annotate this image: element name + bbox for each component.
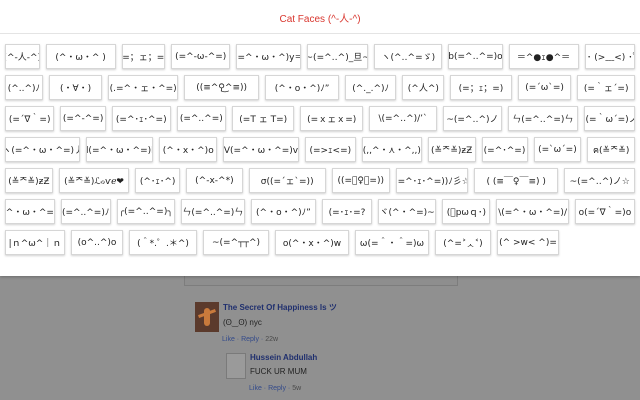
emoticon-button[interactable]: (=ｘェｘ=) — [300, 106, 363, 131]
emoticon-button[interactable]: ヽ(^‥^=ゞ) — [374, 44, 443, 69]
emoticon-button[interactable]: (=^..^=)ﾉ — [60, 199, 111, 224]
emoticon-button[interactable]: (^-人-^) — [5, 44, 40, 69]
comment-text: (ʘ‿ʘ) nyc — [223, 318, 262, 327]
emoticon-button[interactable]: (=´∇｀=) — [5, 106, 55, 131]
emoticon-button[interactable]: (≚ᄌ≚)ƶƵ — [427, 137, 476, 162]
comment-time[interactable]: 22w — [265, 336, 278, 343]
emoticon-row: (=^・ω・^=)~(=^..^=)ﾉ╭(=^‥^=)╮ㄣ(=^..^=)ㄣ(^… — [5, 199, 635, 224]
emoticon-button[interactable]: (=^-^=) — [60, 106, 106, 131]
emoticon-button[interactable]: (^・o・^)ﾉ” — [265, 75, 339, 100]
emoticon-button[interactable]: (^・ω・^ ) — [45, 44, 116, 69]
emoticon-button[interactable]: ( (≡￣♀￣≡) ) — [474, 168, 559, 193]
emoticon-button[interactable]: (^・o・^)ﾉ” — [250, 199, 317, 224]
emoticon-button[interactable]: ~(=^┬┬^) — [203, 230, 269, 255]
emoticon-button[interactable]: (^人^) — [402, 75, 445, 100]
emoticon-button[interactable]: (^･ｪ･^) — [135, 168, 180, 193]
emoticon-button[interactable]: ヾ(^・^=)~ — [377, 199, 437, 224]
emoticon-button[interactable]: (o^..^)o — [71, 230, 123, 255]
emoticon-button[interactable]: (・∀・) — [48, 75, 103, 100]
emoticon-button[interactable]: (.=^・ェ・^=) — [108, 75, 178, 100]
comment-1: The Secret Of Happiness Is ツ (ʘ‿ʘ) nyc — [195, 302, 337, 332]
like-link[interactable]: Like — [249, 385, 262, 392]
emoticon-button[interactable]: (^..^)ﾉ — [5, 75, 43, 100]
reply-link[interactable]: Reply — [268, 385, 286, 392]
emoticon-button[interactable]: (=>ｪ<=) — [304, 137, 356, 162]
emoticon-button[interactable]: (=^・ω・^=)~ — [5, 199, 55, 224]
emoticon-row: ヽ(=^・ω・^=)丿 d(=^・ω・^=)b (^・x・^)o V(=^・ω・^=)… — [5, 137, 636, 162]
emoticon-button[interactable]: ~(=^‥^)_旦~ — [307, 44, 369, 69]
emoticon-button[interactable]: b(=^‥^=)o — [448, 44, 503, 69]
avatar[interactable] — [195, 302, 219, 332]
reply-link[interactable]: Reply — [241, 336, 259, 343]
comment-author[interactable]: The Secret Of Happiness Is ツ — [223, 302, 337, 313]
emoticon-button[interactable]: ㄣ(=^‥^=)ㄣ — [507, 106, 578, 131]
emoticon-button[interactable]: ㄣ(=^..^=)ㄣ — [181, 199, 245, 224]
emoticon-button[interactable]: |ｎ^ω^｜ｎ — [5, 230, 65, 255]
emoticon-button[interactable]: (=`ω´=) — [533, 137, 582, 162]
emoticon-button[interactable]: (=^･ｪ･^=) — [111, 106, 171, 131]
panel-title: Cat Faces (^-人-^) — [279, 14, 361, 25]
emoticon-button[interactable]: ｡ﾟ･ (>﹏<) ･ﾟ｡ — [584, 44, 636, 69]
emoticon-button[interactable]: (,,^・⋏・^,,) — [361, 137, 422, 162]
emoticon-button[interactable]: ~(=^‥^)ノ☆ — [564, 168, 635, 193]
emoticon-button[interactable]: (=｀ェ´=) — [577, 75, 635, 100]
avatar[interactable] — [226, 353, 246, 379]
emoticon-button[interactable]: σ((=´ェ`=)) — [248, 168, 326, 193]
emoticon-button[interactable]: (=^･ｪ･^=))ﾉ彡☆ — [395, 168, 469, 193]
comment-time[interactable]: 5w — [292, 385, 301, 392]
emoticon-button[interactable]: (=^..^=) — [176, 106, 226, 131]
emoticon-button[interactable]: \(=^‥^)/’` — [368, 106, 438, 131]
emoticon-button[interactable]: ＝^●ｪ●^＝ — [508, 44, 579, 69]
emoticon-button[interactable]: V(=^・ω・^=)v — [223, 137, 299, 162]
emoticon-button[interactable]: (=T ェ T=) — [231, 106, 295, 131]
emoticon-button[interactable]: (=^･^=) — [481, 137, 528, 162]
emoticon-button[interactable]: (＾*.゜.＊^) — [129, 230, 197, 255]
comment-1-meta: Like · Reply · 22w — [222, 336, 279, 343]
emoticon-button[interactable]: (=･ｪ･=? — [322, 199, 372, 224]
emoticon-row: (=´∇｀=) (=^-^=) (=^･ｪ･^=) (=^..^=) (=T ェ T=)… — [5, 106, 636, 131]
cat-faces-panel: Cat Faces (^-人-^) (^-人-^)(^・ω・^ )(=；ェ；=)… — [0, 0, 640, 276]
emoticon-row: (^-人-^)(^・ω・^ )(=；ェ；=)(=^-ω-^=)(=^・ω・^)y… — [5, 44, 636, 69]
emoticon-row: (≚ᄌ≚)ƶƵ (≚ᄌ≚)ℒℴѵℯ❤ (^･ｪ･^) (^-x-^*) σ((=´ェ`=… — [5, 168, 635, 193]
emoticon-row: (^..^)ﾉ (・∀・) (.=^・ェ・^=) ((≡^⚲͜^≡)) (^・o・^)ﾉ… — [5, 75, 635, 100]
emoticon-button[interactable]: (^ >w< ^)= — [497, 230, 559, 255]
emoticon-button[interactable]: (^._.^)ﾉ — [344, 75, 397, 100]
emoticon-button[interactable]: (=^-ω-^=) — [171, 44, 231, 69]
emoticon-button[interactable]: (^・x・^)o — [159, 137, 218, 162]
emoticon-button[interactable]: ~(=^‥^)ノ — [443, 106, 502, 131]
emoticon-row: |ｎ^ω^｜ｎ (o^..^)o (＾*.゜.＊^) ~(=^┬┬^) o(^・x・^)… — [5, 230, 635, 255]
emoticon-button[interactable]: (=；ェ；=) — [121, 44, 165, 69]
comment-author[interactable]: Hussein Abdullah — [250, 353, 317, 362]
emoticon-button[interactable]: d(=^・ω・^=)b — [86, 137, 154, 162]
comment-2-meta: Like · Reply · 5w — [249, 385, 302, 392]
emoticon-button[interactable]: (^-x-^*) — [185, 168, 243, 193]
emoticon-button[interactable]: (≚ᄌ≚)ℒℴѵℯ❤ — [58, 168, 130, 193]
emoticon-button[interactable]: o(^・x・^)w — [275, 230, 349, 255]
emoticon-button[interactable]: (=；ｪ；=) — [450, 75, 512, 100]
emoticon-button[interactable]: ((≡^⚲͜^≡)) — [183, 75, 260, 100]
emoticon-button[interactable]: (=´ω`=) — [517, 75, 572, 100]
emoticon-button[interactable]: ヽ(=^・ω・^=)丿 — [5, 137, 81, 162]
emoticon-button[interactable]: \(=^・ω・^=)/ — [496, 199, 569, 224]
emoticon-button[interactable]: o(=´∇｀=)o — [574, 199, 635, 224]
title-divider — [0, 33, 640, 34]
like-link[interactable]: Like — [222, 336, 235, 343]
comment-text: FUCK UR MUM — [250, 367, 307, 376]
emoticon-button[interactable]: ╭(=^‥^=)╮ — [116, 199, 175, 224]
emoticon-button[interactable]: (≚ᄌ≚)ƶƵ — [5, 168, 53, 193]
emoticon-button[interactable]: ヾ(=｀ω´=)ノ” — [583, 106, 636, 131]
comment-2: Hussein Abdullah FUCK UR MUM — [226, 353, 317, 379]
emoticon-grid: (^-人-^)(^・ω・^ )(=；ェ；=)(=^-ω-^=)(=^・ω・^)y… — [5, 44, 636, 261]
emoticon-button[interactable]: (ﾟpωｑ･) — [442, 199, 491, 224]
emoticon-button[interactable]: ฅ(≚ᄌ≚) — [587, 137, 636, 162]
emoticon-button[interactable]: ((=ﾟ♀ﾟ=)) — [331, 168, 390, 193]
emoticon-button[interactable]: ω(=＾・＾=)ω — [355, 230, 429, 255]
emoticon-button[interactable]: (=^・ω・^)y＝ — [236, 44, 302, 69]
emoticon-button[interactable]: (^=˃ᆺ˂) — [435, 230, 491, 255]
